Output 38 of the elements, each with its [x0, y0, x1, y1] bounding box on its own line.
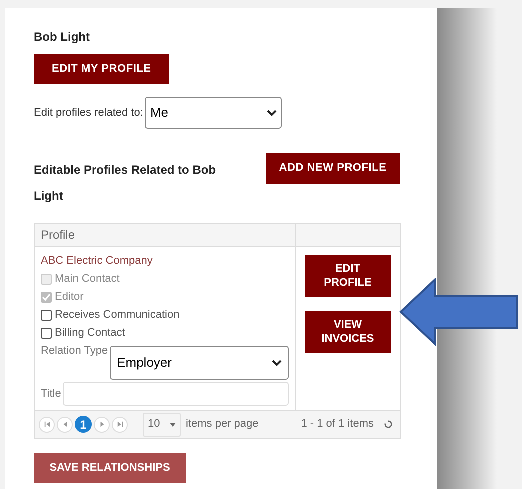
related-to-select[interactable]: Me: [145, 97, 282, 129]
relation-type-select[interactable]: Employer: [110, 346, 289, 380]
page-button[interactable]: 1: [75, 416, 92, 433]
add-profile-button[interactable]: ADD NEW PROFILE: [266, 153, 400, 184]
last-page-icon: [116, 421, 124, 428]
action-button[interactable]: VIEW INVOICES: [305, 311, 391, 353]
title-input[interactable]: [63, 382, 289, 406]
checkbox[interactable]: [41, 328, 52, 338]
page-size-select[interactable]: 10: [143, 412, 181, 436]
check-icon: [42, 292, 51, 302]
field-label: Relation Type: [41, 344, 108, 359]
checkbox-label: Receives Communication: [55, 308, 180, 323]
next-page-icon: [98, 421, 106, 428]
pager-summary: 1 - 1 of 1 items: [301, 417, 374, 432]
first-page-button[interactable]: [39, 416, 55, 432]
section-title: Editable Profiles Related to Bob Light: [34, 162, 218, 205]
previous-page-icon: [62, 421, 68, 428]
first-page-icon: [44, 421, 50, 428]
previous-page-button[interactable]: [57, 416, 73, 432]
checkbox-label: Editor: [55, 290, 84, 305]
page-size-label: items per page: [186, 417, 259, 432]
left-arrow-icon: [399, 278, 519, 346]
checkbox[interactable]: [41, 310, 52, 320]
checkbox-label: Billing Contact: [55, 326, 126, 341]
next-page-button[interactable]: [94, 416, 110, 432]
company-name: ABC Electric Company: [41, 254, 154, 269]
edit-profile-button[interactable]: EDIT MY PROFILE: [34, 54, 170, 84]
chevron-down-icon: [267, 109, 278, 117]
column-header: Profile: [35, 224, 296, 246]
chevron-down-icon: [272, 359, 282, 367]
action-button[interactable]: EDIT PROFILE: [305, 255, 391, 297]
refresh-icon[interactable]: [384, 420, 393, 429]
checkbox-label: Main Contact: [55, 272, 120, 287]
caret-down-icon: [170, 422, 176, 426]
user-name: Bob Light: [34, 29, 91, 46]
field-label: Title: [41, 387, 62, 402]
field-label: Edit profiles related to:: [34, 106, 144, 121]
last-page-button[interactable]: [112, 416, 128, 432]
